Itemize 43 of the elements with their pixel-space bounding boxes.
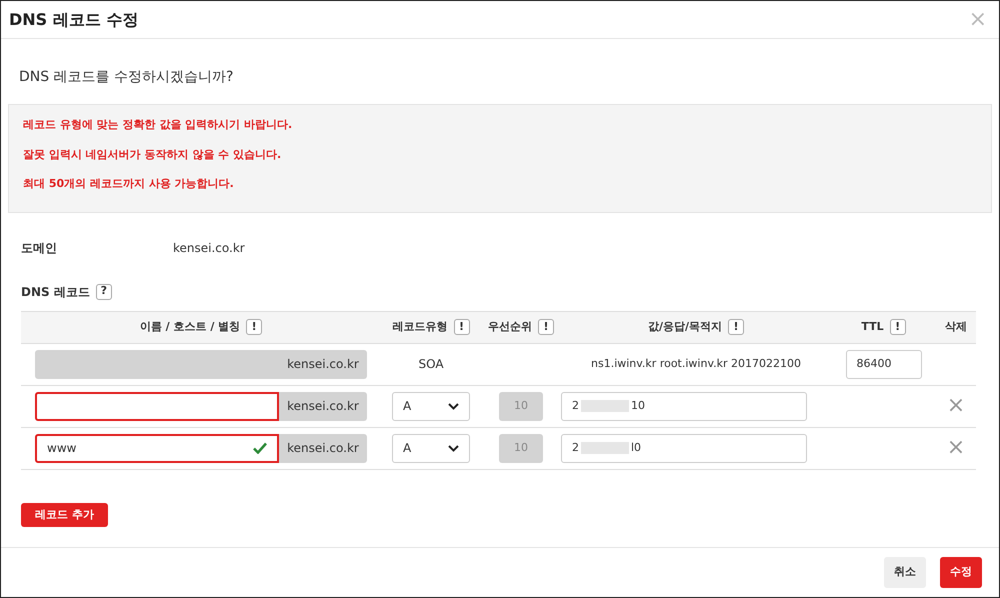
domain-value: kensei.co.kr [173, 240, 245, 256]
column-header: 삭제 [945, 318, 967, 335]
chevron-icon [448, 444, 459, 452]
value-field[interactable]: 2 l0 [561, 434, 807, 462]
dialog-title: DNS 레코드 수정 [9, 8, 138, 30]
host-field[interactable] [35, 392, 279, 420]
cancel-button[interactable]: 취소 [884, 557, 926, 588]
section-label: DNS 레코드 [21, 284, 90, 300]
column-header: TTL [861, 318, 884, 335]
record-type: SOA [418, 356, 444, 373]
add-record-button[interactable]: 레코드 추가 [21, 502, 108, 527]
type-select[interactable]: A [392, 392, 470, 420]
info-button[interactable]: ! [890, 319, 906, 335]
domain-suffix: kensei.co.kr [279, 350, 367, 378]
host-value: www [47, 440, 76, 457]
redaction-block [581, 442, 629, 454]
column-header: 값/응답/목적지 [648, 318, 722, 335]
notice-text: 레코드 유형에 맞는 정확한 값을 입력하시기 바랍니다. [23, 117, 294, 133]
question-text: DNS 레코드를 수정하시겠습니까? [19, 68, 234, 87]
column-header: 우선순위 [488, 318, 532, 335]
record-value: ns1.iwinv.kr root.iwinv.kr 2017022100 [591, 356, 801, 372]
host-field[interactable]: www [35, 434, 279, 462]
ttl-field[interactable]: 86400 [846, 350, 922, 378]
submit-button[interactable]: 수정 [940, 557, 982, 588]
chevron-icon [448, 402, 459, 410]
domain-label: 도메인 [21, 240, 58, 256]
domain-suffix: kensei.co.kr [279, 392, 367, 420]
info-button[interactable]: ! [246, 319, 262, 335]
value-field[interactable]: 2 10 [561, 392, 807, 420]
info-button[interactable]: ! [538, 319, 554, 335]
column-header: 레코드유형 [392, 318, 448, 335]
domain-suffix: kensei.co.kr [279, 434, 367, 462]
priority-field: 10 [499, 434, 543, 462]
redaction-block [581, 400, 629, 412]
info-button[interactable]: ! [728, 319, 744, 335]
info-button[interactable]: ! [454, 319, 470, 335]
type-select[interactable]: A [392, 434, 470, 462]
notice-text: 잘못 입력시 네임서버가 동작하지 않을 수 있습니다. [23, 146, 282, 162]
help-button[interactable]: ? [96, 284, 112, 300]
column-header: 이름 / 호스트 / 별칭 [140, 318, 240, 335]
notice-text: 최대 50개의 레코드까지 사용 가능합니다. [23, 176, 235, 192]
check-icon [253, 442, 267, 454]
priority-field: 10 [499, 392, 543, 420]
